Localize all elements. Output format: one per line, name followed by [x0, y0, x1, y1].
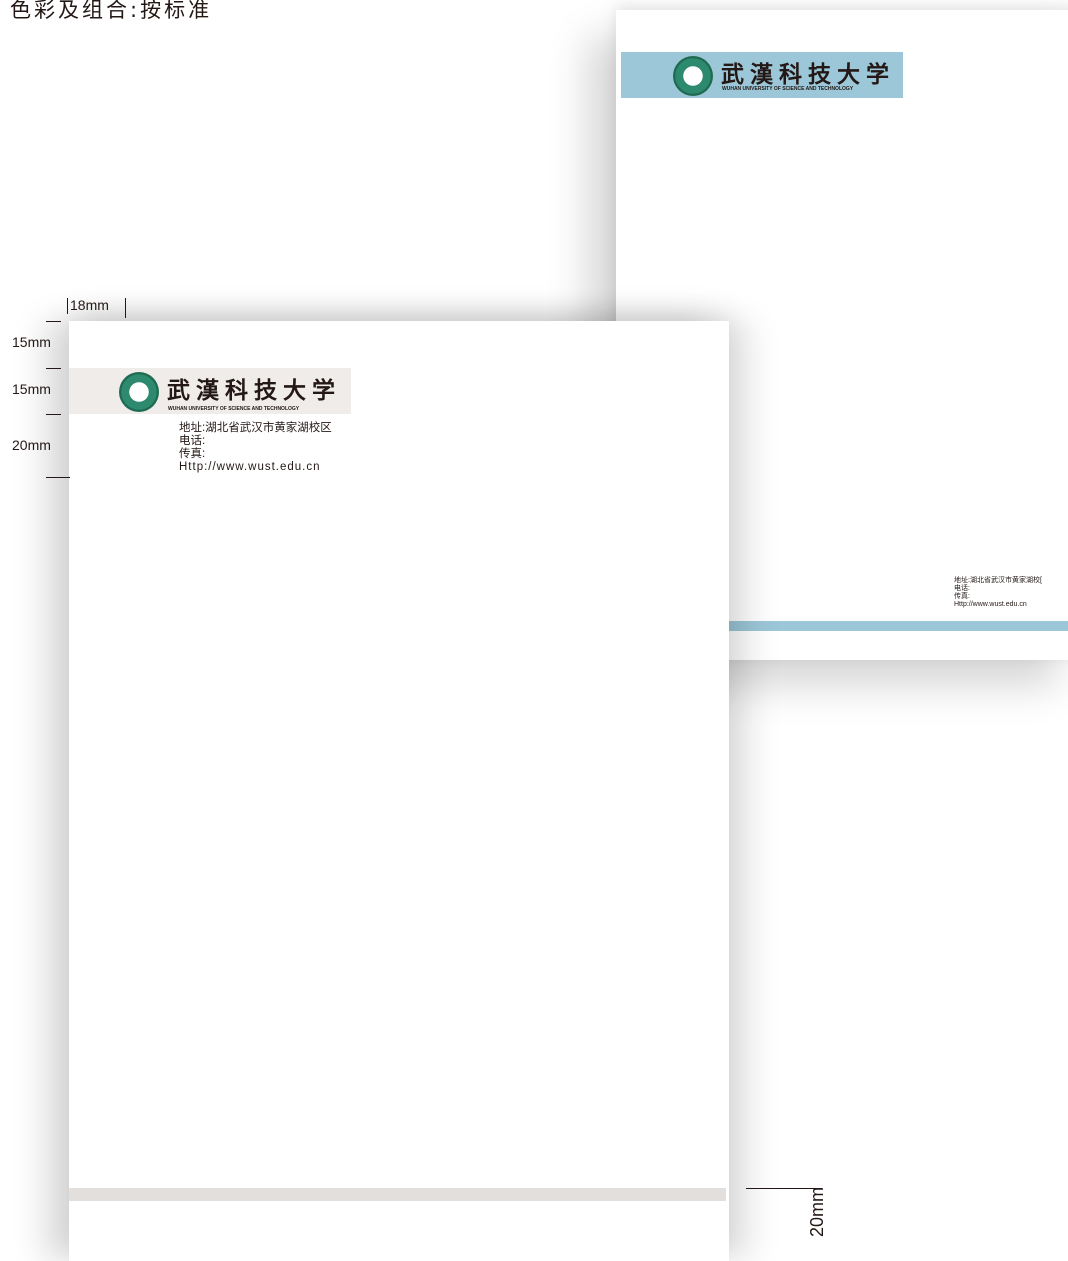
logo-name-cn: 武漢科技大学: [721, 61, 895, 88]
dim-tick-1: [46, 321, 61, 322]
back-address: 地址:湖北省武汉市黄家湖校[: [954, 577, 1042, 584]
back-fax: 传真:: [954, 593, 970, 600]
back-phone: 电话:: [954, 585, 970, 592]
back-footer-bar: [729, 621, 1068, 631]
front-footer-bar: [69, 1188, 726, 1201]
logo-name-en: WUHAN UNIVERSITY OF SCIENCE AND TECHNOLO…: [722, 86, 854, 92]
university-emblem-icon: [119, 372, 159, 412]
front-address: 地址:湖北省武汉市黄家湖校区: [179, 422, 332, 434]
front-contact-info: 地址:湖北省武汉市黄家湖校区 电话: 传真: Http://www.wust.e…: [179, 422, 332, 474]
dim-tick-2: [46, 368, 61, 369]
dim-tick-3: [46, 414, 61, 415]
front-letterhead-sheet: 武漢科技大学 WUHAN UNIVERSITY OF SCIENCE AND T…: [69, 321, 729, 1261]
front-website: Http://www.wust.edu.cn: [179, 461, 321, 473]
bottom-margin-label: 20mm: [807, 1186, 827, 1237]
left-margin-tick-right: [125, 298, 126, 318]
front-logo: 武漢科技大学 WUHAN UNIVERSITY OF SCIENCE AND T…: [119, 371, 351, 413]
back-contact-info: 地址:湖北省武汉市黄家湖校[ 电话: 传真: Http://www.wust.e…: [954, 577, 1042, 609]
back-logo: 武漢科技大学 WUHAN UNIVERSITY OF SCIENCE AND T…: [673, 55, 903, 97]
top-margin-label: 15mm: [12, 334, 51, 350]
page-title: 色彩及组合:按标准: [10, 0, 213, 22]
back-website: Http://www.wust.edu.cn: [954, 601, 1027, 608]
university-emblem-icon: [673, 56, 713, 96]
dim-tick-4: [46, 477, 70, 478]
logo-name-cn: 武漢科技大学: [167, 377, 341, 404]
logo-height-label: 15mm: [12, 381, 51, 397]
front-phone: 电话:: [179, 435, 206, 447]
logo-name-en: WUHAN UNIVERSITY OF SCIENCE AND TECHNOLO…: [168, 406, 300, 412]
info-height-label: 20mm: [12, 437, 51, 453]
left-margin-label: 18mm: [70, 297, 109, 313]
front-fax: 传真:: [179, 448, 206, 460]
left-margin-tick-left: [67, 298, 68, 314]
